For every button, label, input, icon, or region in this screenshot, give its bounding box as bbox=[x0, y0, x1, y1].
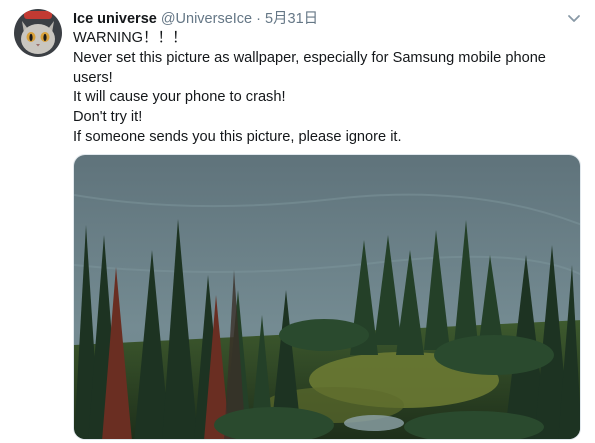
tweet-header: Ice universe @UniverseIce · 5月31日 bbox=[73, 9, 318, 29]
tweet-timestamp[interactable]: 5月31日 bbox=[265, 11, 318, 27]
author-name[interactable]: Ice universe bbox=[73, 11, 157, 27]
chevron-down-icon bbox=[568, 15, 580, 22]
tweet-photo[interactable] bbox=[73, 154, 581, 440]
tweet-line-crash: It will cause your phone to crash! bbox=[73, 89, 286, 106]
lake-forest-image bbox=[74, 155, 580, 439]
separator-dot: · bbox=[256, 11, 261, 27]
avatar[interactable] bbox=[14, 9, 62, 57]
tweet-text: WARNING！！！ Never set this picture as wal… bbox=[73, 29, 583, 148]
tweet-line-dont-try: Don't try it! bbox=[73, 109, 143, 126]
author-handle[interactable]: @UniverseIce bbox=[161, 11, 252, 27]
tweet-line-ignore: If someone sends you this picture, pleas… bbox=[73, 128, 402, 145]
tweet-card[interactable]: Ice universe @UniverseIce · 5月31日 WARNING！！… bbox=[0, 0, 595, 443]
more-options-button[interactable] bbox=[566, 12, 582, 26]
tweet-line-warning: WARNING！！！ bbox=[73, 30, 187, 46]
tweet-line-wallpaper: Never set this picture as wallpaper, esp… bbox=[73, 49, 546, 86]
cat-avatar-icon bbox=[14, 9, 62, 57]
